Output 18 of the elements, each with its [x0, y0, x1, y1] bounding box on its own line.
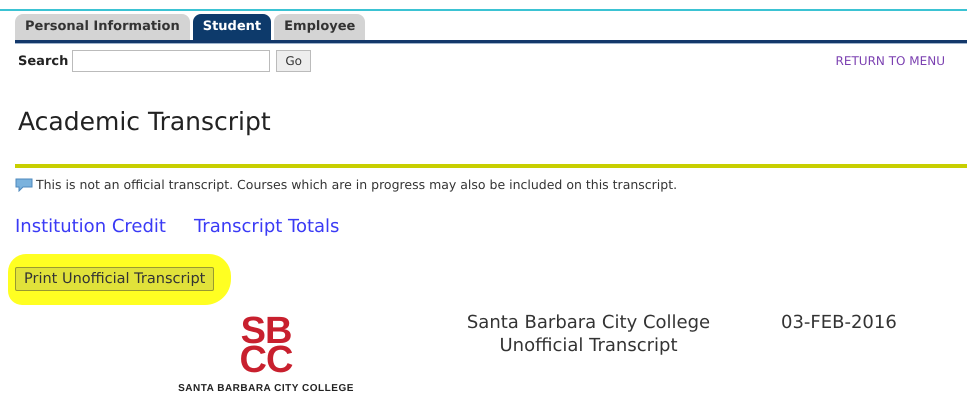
page-title: Academic Transcript: [18, 107, 272, 137]
print-transcript-button[interactable]: Print Unofficial Transcript: [15, 267, 214, 291]
document-title: Unofficial Transcript: [500, 334, 678, 357]
nav-tab[interactable]: Student: [192, 14, 272, 40]
return-to-menu-link[interactable]: RETURN TO MENU: [836, 54, 945, 68]
info-message: This is not an official transcript. Courses which are in progress may also be included on this transcript.: [36, 177, 678, 192]
nav-tab[interactable]: Employee: [274, 14, 366, 40]
search-field[interactable]: [72, 50, 270, 72]
section-link[interactable]: Institution Credit: [15, 216, 166, 237]
section-link[interactable]: Transcript Totals: [194, 216, 340, 237]
search-label: Search: [18, 54, 68, 68]
report-date: 03-FEB-2016: [781, 311, 897, 335]
college-logo: SB CC: [240, 317, 292, 375]
go-button[interactable]: Go: [276, 50, 311, 72]
nav-tab[interactable]: Personal Information: [15, 14, 190, 40]
speech-bubble-icon: [15, 178, 33, 192]
logo-caption: SANTA BARBARA CITY COLLEGE: [178, 383, 354, 395]
college-name: Santa Barbara City College: [466, 311, 710, 334]
